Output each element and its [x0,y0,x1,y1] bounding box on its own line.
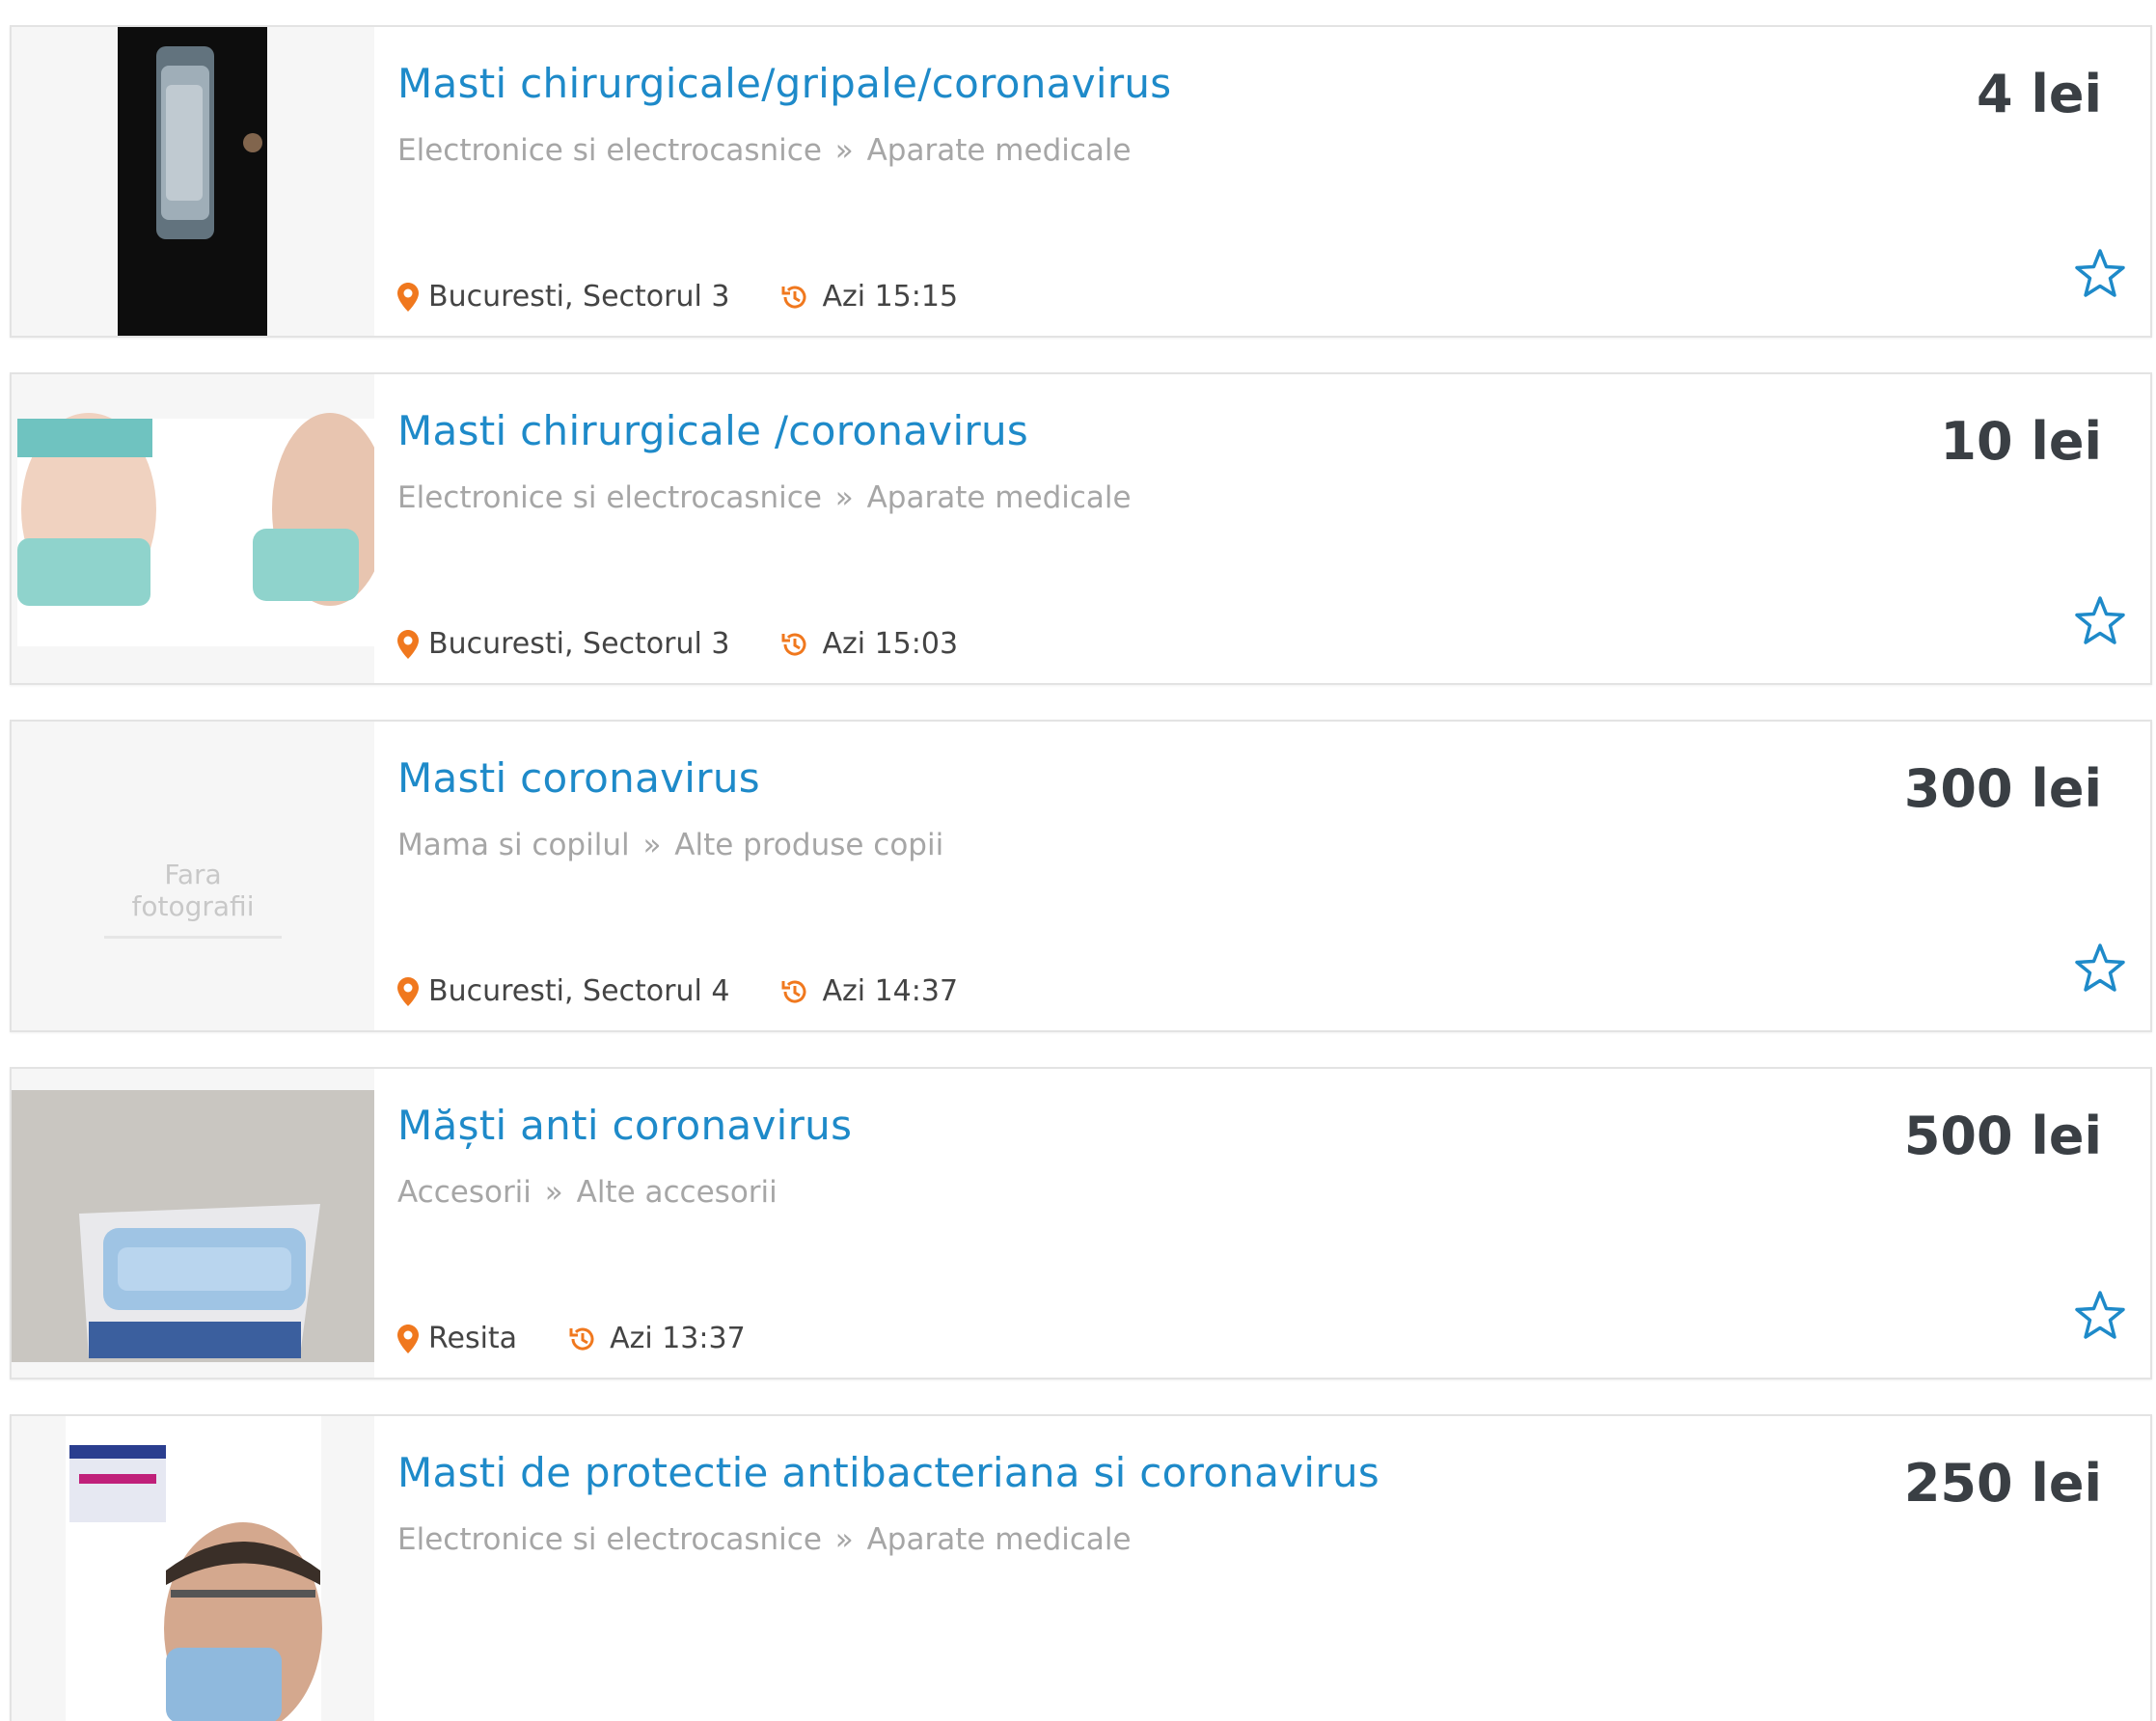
listing-time: Azi 15:03 [822,627,959,661]
listing-title[interactable]: Masti chirurgicale/gripale/coronavirus [397,60,1172,107]
star-outline-icon[interactable] [2073,1289,2127,1343]
listing-price: 4 lei [1976,64,2102,124]
listing-price: 500 lei [1903,1106,2102,1166]
listing-price: 10 lei [1940,411,2102,472]
listing-location: Bucuresti, Sectorul 3 [428,627,730,661]
listing-title[interactable]: Masti de protectie antibacteriana si cor… [397,1449,1379,1496]
listing-category: Electronice si electrocasnice » Aparate … [397,480,1132,515]
category-name[interactable]: Electronice si electrocasnice [397,1522,822,1557]
listing-photo [12,1069,374,1378]
category-separator: » [544,1175,563,1210]
listing-category: Electronice si electrocasnice » Aparate … [397,1522,1132,1557]
listing-thumbnail[interactable]: Fara fotografii [12,722,374,1030]
listing-category: Accesorii » Alte accesorii [397,1175,778,1210]
listing-time: Azi 14:37 [822,974,959,1008]
listing-thumbnail[interactable] [12,1416,374,1721]
listing-card[interactable]: Fara fotografii Masti coronavirus Mama s… [10,720,2152,1032]
star-outline-icon[interactable] [2073,594,2127,648]
history-clock-icon [779,629,810,660]
listing-title[interactable]: Masti chirurgicale /coronavirus [397,407,1028,454]
listing-time: Azi 13:37 [610,1322,746,1355]
star-outline-icon[interactable] [2073,247,2127,301]
listing-meta: Resita Azi 13:37 [397,1322,746,1355]
listing-card[interactable]: Măști anti coronavirus Accesorii » Alte … [10,1067,2152,1380]
listing-price: 250 lei [1903,1453,2102,1514]
listing-location: Bucuresti, Sectorul 3 [428,280,730,314]
listing-meta: Bucuresti, Sectorul 3 Azi 15:03 [397,627,958,661]
subcategory-name[interactable]: Aparate medicale [867,480,1132,515]
listing-results: Masti chirurgicale/gripale/coronavirus E… [0,0,2156,1721]
listing-title[interactable]: Măști anti coronavirus [397,1102,852,1149]
listing-category: Electronice si electrocasnice » Aparate … [397,133,1132,168]
listing-location: Resita [428,1322,518,1355]
listing-card[interactable]: Masti chirurgicale /coronavirus Electron… [10,372,2152,685]
category-name[interactable]: Electronice si electrocasnice [397,133,822,168]
category-separator: » [834,1522,854,1557]
history-clock-icon [567,1324,598,1354]
listing-title[interactable]: Masti coronavirus [397,754,760,802]
subcategory-name[interactable]: Aparate medicale [867,133,1132,168]
listing-category: Mama si copilul » Alte produse copii [397,828,943,862]
category-name[interactable]: Accesorii [397,1175,532,1210]
listing-photo [12,374,374,683]
listing-thumbnail[interactable] [12,1069,374,1378]
location-pin-icon [397,976,419,1006]
history-clock-icon [779,282,810,313]
subcategory-name[interactable]: Alte accesorii [577,1175,778,1210]
listing-card[interactable]: Masti de protectie antibacteriana si cor… [10,1414,2152,1721]
category-name[interactable]: Electronice si electrocasnice [397,480,822,515]
listing-photo [12,27,374,336]
listing-price: 300 lei [1903,758,2102,819]
star-outline-icon[interactable] [2073,942,2127,996]
listing-location: Bucuresti, Sectorul 4 [428,974,730,1008]
listing-meta: Bucuresti, Sectorul 4 Azi 14:37 [397,974,958,1008]
category-separator: » [834,133,854,168]
subcategory-name[interactable]: Alte produse copii [674,828,943,862]
listing-meta: Bucuresti, Sectorul 3 Azi 15:15 [397,280,958,314]
no-photo-placeholder: Fara fotografii [104,859,282,939]
location-pin-icon [397,629,419,659]
category-name[interactable]: Mama si copilul [397,828,630,862]
category-separator: » [642,828,662,862]
listing-photo [12,1416,374,1721]
category-separator: » [834,480,854,515]
listing-card[interactable]: Masti chirurgicale/gripale/coronavirus E… [10,25,2152,338]
listing-thumbnail[interactable] [12,374,374,683]
history-clock-icon [779,976,810,1007]
location-pin-icon [397,282,419,312]
listing-thumbnail[interactable] [12,27,374,336]
subcategory-name[interactable]: Aparate medicale [867,1522,1132,1557]
listing-time: Azi 15:15 [822,280,959,314]
location-pin-icon [397,1324,419,1353]
